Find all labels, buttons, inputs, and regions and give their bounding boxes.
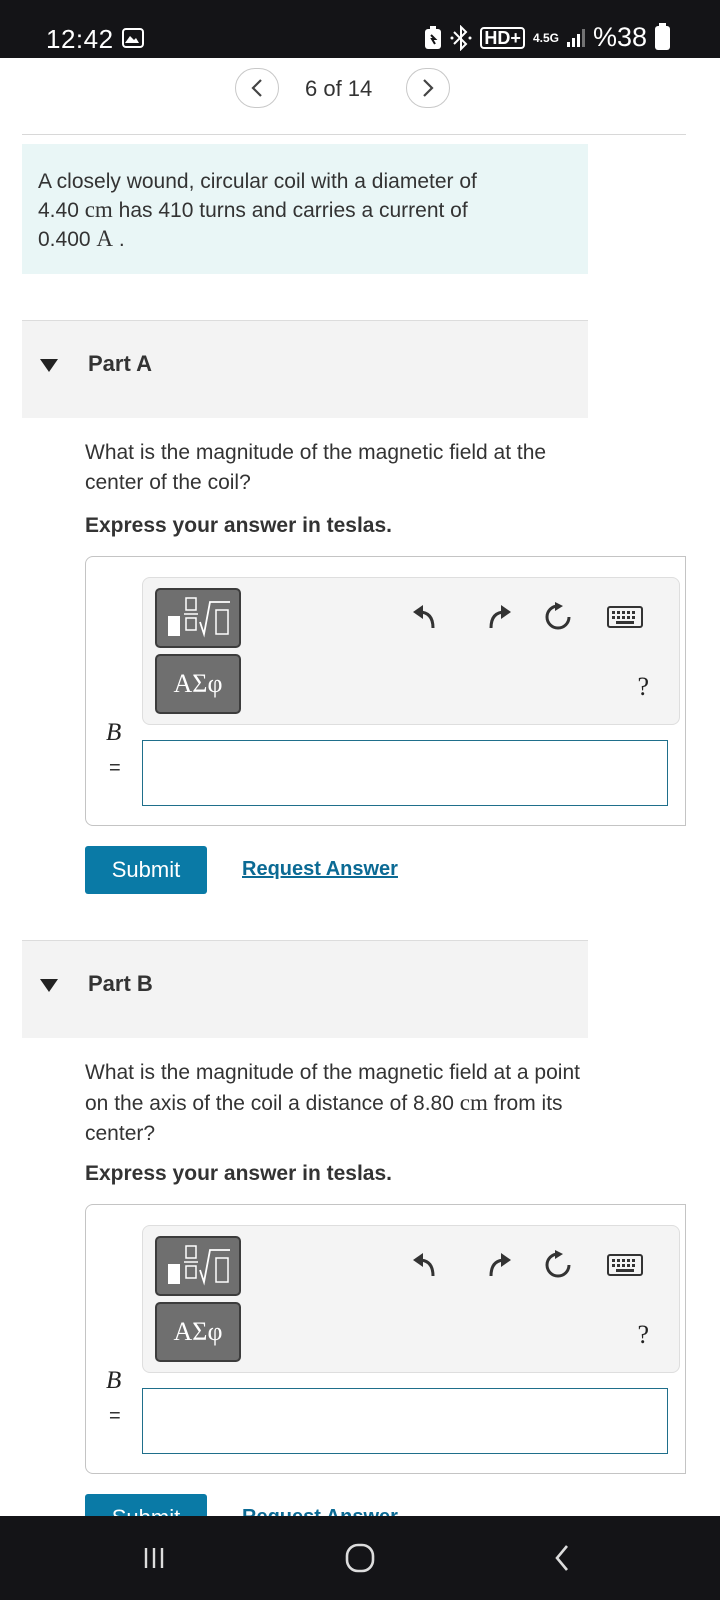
battery-icon xyxy=(655,22,670,50)
templates-icon xyxy=(168,597,230,638)
part-b-answer-panel: ΑΣφ ? B = xyxy=(85,1204,686,1474)
part-a-label: Part A xyxy=(88,351,152,376)
keyboard-icon[interactable] xyxy=(605,1250,645,1280)
help-button[interactable]: ? xyxy=(637,672,649,702)
equals-sign: = xyxy=(109,1405,121,1427)
question-pager: 6 of 14 xyxy=(0,66,720,112)
part-a-answer-panel: ΑΣφ ? B = xyxy=(85,556,686,826)
part-b-question: What is the magnitude of the magnetic fi… xyxy=(85,1058,605,1149)
next-question-button[interactable] xyxy=(406,68,450,108)
collapse-triangle-icon xyxy=(40,359,58,372)
network-type: 4.5G xyxy=(532,30,559,45)
chevron-right-icon xyxy=(423,79,434,97)
reset-icon[interactable] xyxy=(543,602,573,632)
part-a-express: Express your answer in teslas. xyxy=(85,514,392,537)
bluetooth-icon xyxy=(450,24,472,51)
part-a-request-answer-link[interactable]: Request Answer xyxy=(242,858,398,881)
distance-unit: cm xyxy=(459,1090,488,1115)
part-b-label: Part B xyxy=(88,971,153,996)
status-time: 12:42 xyxy=(46,24,114,54)
reset-icon[interactable] xyxy=(543,1250,573,1280)
part-b-header[interactable]: Part B xyxy=(22,940,588,1038)
answer-variable: B xyxy=(106,719,122,746)
redo-icon[interactable] xyxy=(483,602,513,632)
battery-percent: %38 xyxy=(592,22,647,52)
diameter-value: 4.40 xyxy=(38,199,79,222)
undo-icon[interactable] xyxy=(411,602,441,632)
undo-icon[interactable] xyxy=(411,1250,441,1280)
question-position: 6 of 14 xyxy=(305,76,373,101)
help-button[interactable]: ? xyxy=(637,1320,649,1350)
signal-icon xyxy=(566,28,585,47)
problem-statement: A closely wound, circular coil with a di… xyxy=(22,144,588,274)
diameter-unit: cm xyxy=(84,197,113,222)
back-icon[interactable] xyxy=(532,1538,592,1578)
recents-icon[interactable] xyxy=(124,1538,184,1578)
greek-symbols-button[interactable]: ΑΣφ xyxy=(155,654,241,714)
math-toolbar: ΑΣφ ? xyxy=(142,577,680,725)
part-a-submit-button[interactable]: Submit xyxy=(85,846,207,894)
equals-sign: = xyxy=(109,757,121,779)
previous-question-button[interactable] xyxy=(235,68,279,108)
current-unit: A xyxy=(96,226,114,251)
problem-line: has 410 turns and carries a current of xyxy=(118,199,468,222)
home-icon[interactable] xyxy=(330,1538,390,1578)
math-toolbar: ΑΣφ ? xyxy=(142,1225,680,1373)
answer-variable: B xyxy=(106,1367,122,1394)
greek-symbols-button[interactable]: ΑΣφ xyxy=(155,1302,241,1362)
gallery-icon xyxy=(122,28,144,48)
divider xyxy=(22,134,686,135)
battery-saver-icon xyxy=(425,25,442,49)
keyboard-icon[interactable] xyxy=(605,602,645,632)
templates-button[interactable] xyxy=(155,1236,241,1296)
templates-button[interactable] xyxy=(155,588,241,648)
current-value: 0.400 xyxy=(38,228,91,251)
problem-line: A closely wound, circular coil with a di… xyxy=(38,170,477,193)
collapse-triangle-icon xyxy=(40,979,58,992)
status-bar: 12:42 HD+ 4.5G %38 xyxy=(0,0,720,58)
part-a-question: What is the magnitude of the magnetic fi… xyxy=(85,441,547,494)
system-navigation-bar xyxy=(0,1516,720,1600)
part-b-answer-input[interactable] xyxy=(142,1388,668,1454)
templates-icon xyxy=(168,1245,230,1286)
part-a-answer-input[interactable] xyxy=(142,740,668,806)
redo-icon[interactable] xyxy=(483,1250,513,1280)
chevron-left-icon xyxy=(251,79,262,97)
distance-value: 8.80 xyxy=(413,1092,454,1115)
part-a-header[interactable]: Part A xyxy=(22,320,588,418)
part-b-express: Express your answer in teslas. xyxy=(85,1162,392,1185)
status-icons: HD+ 4.5G %38 xyxy=(424,22,670,53)
hd-badge: HD+ xyxy=(480,26,525,49)
